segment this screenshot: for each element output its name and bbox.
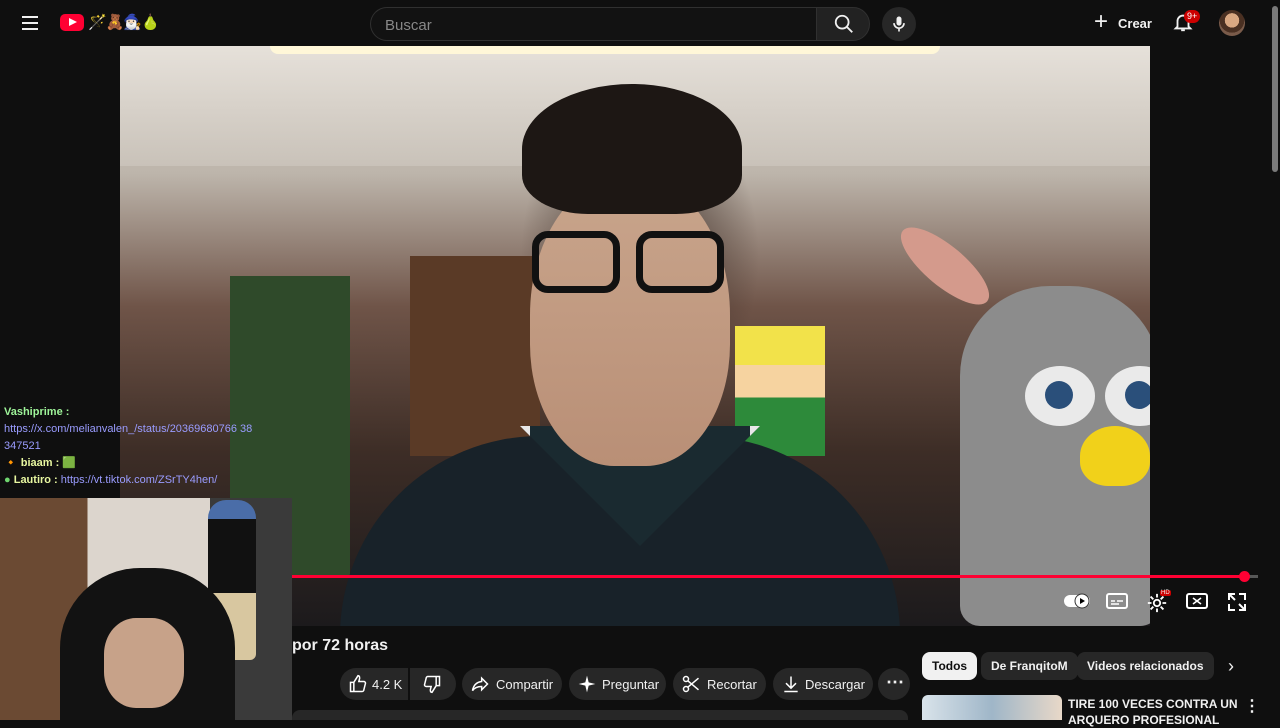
ask-label: Preguntar: [602, 677, 660, 692]
video-frame-furby-eye: [1025, 366, 1095, 426]
thumbs-up-icon: [349, 674, 367, 693]
scissors-icon: [682, 675, 699, 693]
chat-username: Vashiprime :: [4, 406, 70, 418]
autoplay-icon: [1064, 593, 1090, 609]
fullscreen-icon: [1228, 593, 1246, 611]
chat-link-continued[interactable]: 347521: [0, 438, 292, 455]
recommended-thumbnail[interactable]: [922, 695, 1062, 720]
chevron-right-icon[interactable]: ›: [1228, 656, 1234, 677]
notification-badge: 9+: [1184, 10, 1201, 23]
ask-button[interactable]: Preguntar: [569, 668, 666, 700]
chat-message: ● Lautiro : https://vt.tiktok.com/ZSrTY4…: [0, 472, 292, 489]
autoplay-toggle[interactable]: [1063, 592, 1091, 612]
subtitles-button[interactable]: [1106, 592, 1130, 612]
share-label: Compartir: [496, 677, 554, 692]
chat-user-icon: ●: [4, 474, 11, 486]
chat-message: Vashiprime :: [0, 404, 292, 421]
mic-icon: [893, 16, 905, 32]
hd-badge: HD: [1160, 590, 1171, 596]
create-label: Crear: [1118, 16, 1152, 31]
progress-scrubber[interactable]: [1238, 571, 1250, 582]
video-frame-hair: [522, 84, 742, 214]
scrollbar-thumb[interactable]: [1272, 6, 1278, 172]
chat-username: Lautiro :: [13, 474, 58, 486]
account-avatar[interactable]: [1219, 10, 1245, 36]
search-button[interactable]: [816, 7, 870, 41]
recommended-title[interactable]: TIRE 100 VECES CONTRA UN ARQUERO PROFESI…: [1068, 696, 1258, 728]
video-frame-furby-beak: [1080, 426, 1150, 486]
chat-user-icon: 🔸: [4, 457, 18, 469]
plus-icon: +: [1094, 8, 1109, 35]
chip-all[interactable]: Todos: [922, 652, 978, 680]
create-button[interactable]: + Crear: [1092, 8, 1152, 38]
subtitles-icon: [1106, 593, 1128, 609]
search-input[interactable]: [383, 8, 807, 42]
video-frame-face: [530, 176, 730, 466]
miniplayer-button[interactable]: [1186, 592, 1210, 612]
more-vertical-icon[interactable]: ⋮: [1244, 696, 1260, 716]
chip-related[interactable]: Videos relacionados: [1077, 652, 1214, 680]
download-label: Descargar: [805, 677, 865, 692]
sparkle-icon: [578, 675, 596, 693]
menu-icon[interactable]: [18, 12, 42, 34]
download-button[interactable]: Descargar: [773, 668, 873, 700]
progress-bar[interactable]: [292, 575, 1258, 578]
chat-link[interactable]: https://vt.tiktok.com/ZSrTY4hen/: [61, 474, 218, 486]
video-title: por 72 horas: [292, 637, 389, 654]
download-icon: [784, 676, 798, 693]
thumbs-down-icon: [423, 675, 441, 694]
logo-doodle[interactable]: 🪄🧸🧙🏻‍♂️🍐: [88, 13, 160, 31]
clip-button[interactable]: Recortar: [673, 668, 766, 700]
like-button[interactable]: 4.2 K: [340, 668, 408, 700]
clip-label: Recortar: [707, 677, 757, 692]
share-button[interactable]: Compartir: [462, 668, 562, 700]
settings-button[interactable]: HD: [1146, 590, 1171, 613]
chat-username: biaam :: [20, 457, 60, 469]
description-box[interactable]: [292, 710, 908, 720]
miniplayer-icon: [1186, 593, 1208, 609]
search-icon: [834, 14, 853, 33]
top-bar: 🪄🧸🧙🏻‍♂️🍐 + Crear 9+: [0, 0, 1280, 46]
webcam-face: [104, 618, 184, 708]
progress-bar-fill: [292, 575, 1244, 578]
video-frame-glasses: [532, 231, 730, 301]
more-actions-button[interactable]: ⋯: [878, 668, 910, 700]
chat-text: 🟩: [62, 457, 77, 469]
more-horizontal-icon: ⋯: [886, 672, 904, 692]
video-frame-light: [270, 46, 940, 54]
chip-from-channel[interactable]: De FranqitoM: [981, 652, 1078, 680]
voice-search-button[interactable]: [882, 7, 916, 41]
like-count: 4.2 K: [372, 677, 403, 692]
chat-link[interactable]: https://x.com/melianvalen_/status/203696…: [0, 421, 270, 438]
search-box: [370, 7, 817, 42]
streamer-webcam: [0, 498, 292, 720]
chat-message: 🔸 biaam : 🟩: [0, 455, 292, 472]
share-icon: [471, 676, 489, 692]
fullscreen-button[interactable]: [1227, 592, 1251, 612]
page-scrollbar[interactable]: [1270, 0, 1280, 720]
stream-chat-overlay: Vashiprime : https://x.com/melianvalen_/…: [0, 404, 292, 489]
dislike-button[interactable]: [410, 668, 456, 700]
youtube-logo-icon[interactable]: [60, 14, 84, 31]
video-frame-furby-ear: [890, 215, 1000, 317]
